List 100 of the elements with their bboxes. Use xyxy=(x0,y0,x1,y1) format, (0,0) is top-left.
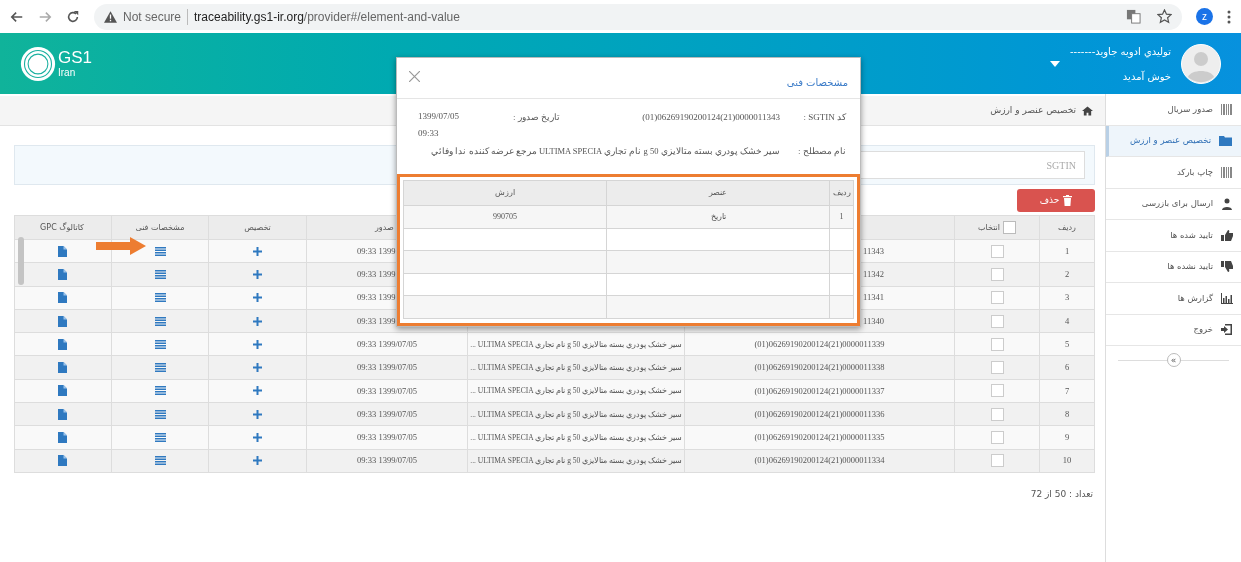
column-header: انتخاب xyxy=(978,221,1000,234)
document-icon[interactable] xyxy=(57,268,67,280)
plus-icon[interactable] xyxy=(253,316,262,326)
scrollbar-thumb[interactable] xyxy=(18,237,24,285)
sidebar-item[interactable]: ارسال برای بازرسی xyxy=(1106,188,1241,220)
forward-icon[interactable] xyxy=(38,9,52,24)
plus-icon[interactable] xyxy=(253,363,262,373)
sidebar-item[interactable]: گزارش ها xyxy=(1106,283,1241,315)
list-icon[interactable] xyxy=(154,409,166,419)
table-cell: 09:33 1399/07/05 xyxy=(356,454,418,468)
table-cell: 09:33 1399 xyxy=(357,268,396,281)
delete-button[interactable]: حذف xyxy=(1017,189,1095,212)
row-checkbox[interactable] xyxy=(990,267,1004,281)
caret-icon[interactable] xyxy=(1050,60,1060,67)
document-icon[interactable] xyxy=(57,292,67,304)
thumbs-up-icon xyxy=(1221,229,1233,241)
logo-subtitle: Iran xyxy=(58,68,77,78)
document-icon[interactable] xyxy=(57,245,67,257)
table-cell: 09:33 1399/07/05 xyxy=(356,384,418,398)
list-icon[interactable] xyxy=(154,269,166,279)
row-checkbox[interactable] xyxy=(990,361,1004,375)
plus-icon[interactable] xyxy=(253,433,262,442)
field-value: (01)06269190200124(21)0000011343 xyxy=(641,111,780,124)
table-cell: 11341 xyxy=(863,291,884,305)
list-icon[interactable] xyxy=(154,433,166,442)
document-icon[interactable] xyxy=(57,315,67,327)
people-icon xyxy=(1221,197,1233,210)
plus-icon[interactable] xyxy=(253,269,262,279)
list-icon[interactable] xyxy=(154,339,166,349)
table-cell: 3 xyxy=(1039,286,1094,309)
select-all-checkbox[interactable] xyxy=(1003,221,1016,234)
row-checkbox[interactable] xyxy=(990,431,1004,444)
plus-icon[interactable] xyxy=(253,456,262,466)
field-value: 1399/07/05 09:33 xyxy=(418,110,460,140)
star-icon[interactable] xyxy=(1157,9,1172,24)
list-icon[interactable] xyxy=(154,363,166,373)
list-icon[interactable] xyxy=(154,316,166,326)
welcome-text: خوش آمدید xyxy=(1122,69,1171,84)
close-icon[interactable] xyxy=(409,70,420,82)
document-icon[interactable] xyxy=(57,408,67,420)
collapse-button[interactable]: » xyxy=(1166,353,1181,367)
table-cell: 11342 xyxy=(863,268,884,281)
table-cell: (01)06269190200124(21)0000011334 xyxy=(754,454,885,468)
row-checkbox[interactable] xyxy=(990,314,1004,328)
sidebar-item[interactable]: تایید شده ها xyxy=(1106,220,1241,252)
table-cell: (01)06269190200124(21)0000011339 xyxy=(754,337,885,351)
home-icon[interactable] xyxy=(1082,105,1093,116)
back-icon[interactable] xyxy=(10,9,24,24)
table-cell: 09:33 1399 xyxy=(357,291,396,305)
profile-button[interactable]: z xyxy=(1196,8,1213,25)
address-field[interactable]: traceability.gs1-ir.org/provider#/element-and-value xyxy=(194,7,1120,26)
barcode-icon xyxy=(1221,166,1233,178)
sidebar-item[interactable]: چاپ بارکد xyxy=(1106,157,1241,189)
row-checkbox[interactable] xyxy=(990,291,1004,305)
sidebar-item[interactable]: تایید نشده ها xyxy=(1106,251,1241,283)
user-name: -------تولیدي ادویه جاوید xyxy=(1070,44,1171,59)
list-icon[interactable] xyxy=(154,386,166,396)
plus-icon[interactable] xyxy=(253,409,262,419)
document-icon[interactable] xyxy=(57,455,67,467)
row-checkbox[interactable] xyxy=(990,337,1004,351)
avatar-silhouette-icon xyxy=(1181,43,1221,84)
arrow-drawing xyxy=(96,237,146,255)
column-header: کاتالوگ GPC xyxy=(39,221,85,234)
plus-icon[interactable] xyxy=(253,386,262,396)
list-icon[interactable] xyxy=(154,246,166,256)
document-icon[interactable] xyxy=(57,432,67,443)
search-field[interactable]: SGTIN xyxy=(859,151,1085,179)
table-cell: (01)06269190200124(21)0000011336 xyxy=(754,407,885,421)
trash-icon xyxy=(1063,195,1073,206)
document-icon[interactable] xyxy=(57,385,67,397)
table-cell: 11343 xyxy=(863,244,884,258)
table-cell: تاریخ xyxy=(606,206,829,228)
table-cell: 9 xyxy=(1039,426,1094,449)
row-checkbox[interactable] xyxy=(990,454,1004,468)
table-cell: 09:33 1399 xyxy=(357,244,396,258)
plus-icon[interactable] xyxy=(253,293,262,303)
table-cell: 09:33 1399/07/05 xyxy=(356,431,418,444)
row-checkbox[interactable] xyxy=(990,384,1004,398)
reload-icon[interactable] xyxy=(66,9,80,24)
plus-icon[interactable] xyxy=(253,246,262,256)
column-header: صدور xyxy=(375,221,394,234)
list-icon[interactable] xyxy=(154,456,166,466)
folder-icon xyxy=(1219,135,1233,147)
warning-icon xyxy=(104,10,117,23)
record-count: تعداد : 50 از 72 xyxy=(1030,487,1093,501)
column-header: ارزش xyxy=(494,187,516,199)
row-checkbox[interactable] xyxy=(990,244,1004,258)
document-icon[interactable] xyxy=(57,362,67,374)
plus-icon[interactable] xyxy=(253,339,262,349)
translate-icon[interactable] xyxy=(1126,9,1141,24)
field-value: سیر خشک پودري بسته متالایزي 50 g نام تجاري ULTIMA SPECIA مرجع عرضه کننده ندا وفائي xyxy=(431,145,780,158)
thumbs-down-icon xyxy=(1221,261,1233,273)
sidebar-item[interactable]: تخصیص عنصر و ارزش xyxy=(1106,125,1241,157)
list-icon[interactable] xyxy=(154,293,166,303)
sidebar-item[interactable]: صدور سریال xyxy=(1106,94,1241,126)
row-checkbox[interactable] xyxy=(990,407,1004,421)
bar-chart-icon xyxy=(1221,292,1233,304)
more-menu-icon[interactable] xyxy=(1227,9,1231,24)
document-icon[interactable] xyxy=(57,338,67,350)
sidebar-item[interactable]: خروج xyxy=(1106,314,1241,346)
